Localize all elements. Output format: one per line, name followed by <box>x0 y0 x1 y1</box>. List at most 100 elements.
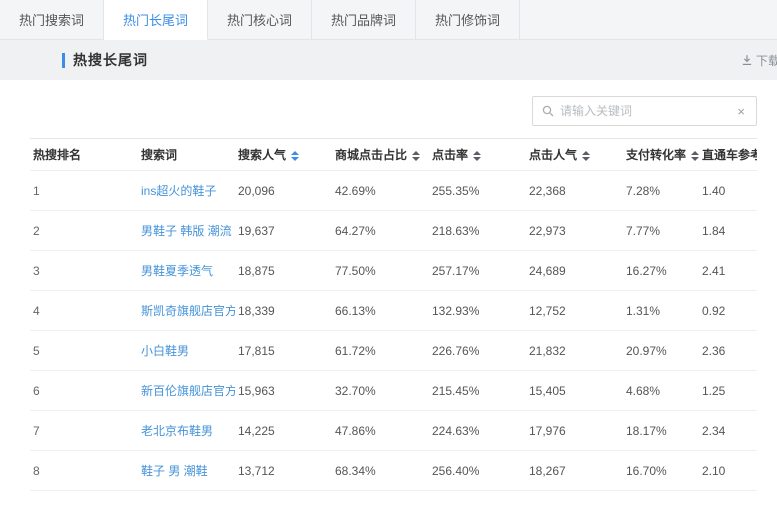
column-label: 搜索词 <box>141 148 177 162</box>
mall-click-ratio-cell: 61.72% <box>332 331 429 371</box>
sort-icon[interactable] <box>291 151 299 161</box>
click-popularity-cell: 17,976 <box>526 411 623 451</box>
tab[interactable]: 热门修饰词 <box>416 0 520 40</box>
ztc-ref-price-cell: 2.41 <box>699 251 757 291</box>
search-input[interactable] <box>560 104 735 118</box>
keyword-cell: ins超火的鞋子 <box>138 171 235 211</box>
click-popularity-cell: 15,405 <box>526 371 623 411</box>
sort-icon[interactable] <box>412 151 420 161</box>
keyword-link[interactable]: 男鞋夏季透气 <box>141 264 213 278</box>
keyword-cell: 新百伦旗舰店官方正品 <box>138 371 235 411</box>
tabbar-spacer <box>520 0 777 40</box>
click-rate-cell: 215.45% <box>429 371 526 411</box>
pay-conversion-cell: 20.97% <box>623 331 699 371</box>
sort-icon[interactable] <box>582 151 590 161</box>
table-row: 2 男鞋子 韩版 潮流 英... 19,637 64.27% 218.63% 2… <box>30 211 757 251</box>
search-popularity-cell: 15,963 <box>235 371 332 411</box>
rank-cell: 4 <box>30 291 138 331</box>
tab[interactable]: 热门品牌词 <box>312 0 416 40</box>
tab[interactable]: 热门长尾词 <box>104 0 208 40</box>
column-header[interactable]: 商城点击占比 <box>332 139 429 171</box>
search-popularity-cell: 20,096 <box>235 171 332 211</box>
click-rate-cell: 255.35% <box>429 171 526 211</box>
keyword-link[interactable]: 新百伦旗舰店官方正品 <box>141 384 235 398</box>
keyword-cell: 斯凯奇旗舰店官方旗舰 <box>138 291 235 331</box>
clear-search-icon[interactable]: × <box>735 103 747 120</box>
table-row: 7 老北京布鞋男 14,225 47.86% 224.63% 17,976 18… <box>30 411 757 451</box>
tab-bar: 热门搜索词 热门长尾词 热门核心词 热门品牌词 热门修饰词 <box>0 0 777 40</box>
pay-conversion-cell: 7.77% <box>623 211 699 251</box>
section-header: 热搜长尾词 下载 <box>0 40 777 80</box>
pay-conversion-cell: 4.68% <box>623 371 699 411</box>
keyword-link[interactable]: ins超火的鞋子 <box>141 184 216 198</box>
click-popularity-cell: 21,832 <box>526 331 623 371</box>
keyword-cell: 鞋子 男 潮鞋 <box>138 451 235 491</box>
title-accent-bar <box>62 53 65 68</box>
rank-cell: 2 <box>30 211 138 251</box>
click-rate-cell: 226.76% <box>429 331 526 371</box>
keyword-link[interactable]: 斯凯奇旗舰店官方旗舰 <box>141 304 235 318</box>
column-header[interactable]: 搜索词 <box>138 139 235 171</box>
table-row: 3 男鞋夏季透气 18,875 77.50% 257.17% 24,689 16… <box>30 251 757 291</box>
keyword-link[interactable]: 男鞋子 韩版 潮流 英... <box>141 224 235 238</box>
tab-label: 热门品牌词 <box>331 10 396 29</box>
tab[interactable]: 热门搜索词 <box>0 0 104 40</box>
rank-cell: 1 <box>30 171 138 211</box>
click-popularity-cell: 12,752 <box>526 291 623 331</box>
download-icon <box>741 54 753 66</box>
column-label: 直通车参考价 <box>702 148 757 162</box>
keyword-cell: 老北京布鞋男 <box>138 411 235 451</box>
tab-label: 热门修饰词 <box>435 10 500 29</box>
mall-click-ratio-cell: 68.34% <box>332 451 429 491</box>
keyword-link[interactable]: 老北京布鞋男 <box>141 424 213 438</box>
ztc-ref-price-cell: 1.84 <box>699 211 757 251</box>
column-header[interactable]: 点击人气 <box>526 139 623 171</box>
column-label: 热搜排名 <box>33 148 81 162</box>
mall-click-ratio-cell: 77.50% <box>332 251 429 291</box>
section-title: 热搜长尾词 <box>62 50 148 70</box>
keyword-link[interactable]: 小白鞋男 <box>141 344 189 358</box>
keyword-search-box: × <box>532 96 757 126</box>
keyword-cell: 男鞋子 韩版 潮流 英... <box>138 211 235 251</box>
ztc-ref-price-cell: 1.40 <box>699 171 757 211</box>
table-row: 4 斯凯奇旗舰店官方旗舰 18,339 66.13% 132.93% 12,75… <box>30 291 757 331</box>
pay-conversion-cell: 7.28% <box>623 171 699 211</box>
click-rate-cell: 132.93% <box>429 291 526 331</box>
table-body: 1 ins超火的鞋子 20,096 42.69% 255.35% 22,368 … <box>30 171 757 491</box>
table-row: 5 小白鞋男 17,815 61.72% 226.76% 21,832 20.9… <box>30 331 757 371</box>
ztc-ref-price-cell: 2.10 <box>699 451 757 491</box>
search-popularity-cell: 13,712 <box>235 451 332 491</box>
sort-icon[interactable] <box>473 151 481 161</box>
rank-cell: 6 <box>30 371 138 411</box>
column-label: 支付转化率 <box>626 148 686 162</box>
search-popularity-cell: 14,225 <box>235 411 332 451</box>
sort-icon[interactable] <box>691 151 699 161</box>
column-header[interactable]: 点击率 <box>429 139 526 171</box>
mall-click-ratio-cell: 66.13% <box>332 291 429 331</box>
tab[interactable]: 热门核心词 <box>208 0 312 40</box>
click-rate-cell: 224.63% <box>429 411 526 451</box>
ztc-ref-price-cell: 1.25 <box>699 371 757 411</box>
click-popularity-cell: 22,368 <box>526 171 623 211</box>
table-row: 8 鞋子 男 潮鞋 13,712 68.34% 256.40% 18,267 1… <box>30 451 757 491</box>
click-rate-cell: 256.40% <box>429 451 526 491</box>
ztc-ref-price-cell: 2.34 <box>699 411 757 451</box>
column-header[interactable]: 支付转化率 <box>623 139 699 171</box>
page-title: 热搜长尾词 <box>73 50 148 70</box>
click-popularity-cell: 22,973 <box>526 211 623 251</box>
download-button[interactable]: 下载 <box>741 40 777 80</box>
click-popularity-cell: 18,267 <box>526 451 623 491</box>
column-label: 商城点击占比 <box>335 148 407 162</box>
column-header[interactable]: 直通车参考价 <box>699 139 757 171</box>
rank-cell: 3 <box>30 251 138 291</box>
table-row: 6 新百伦旗舰店官方正品 15,963 32.70% 215.45% 15,40… <box>30 371 757 411</box>
rank-cell: 5 <box>30 331 138 371</box>
column-header[interactable]: 搜索人气 <box>235 139 332 171</box>
click-rate-cell: 218.63% <box>429 211 526 251</box>
keyword-link[interactable]: 鞋子 男 潮鞋 <box>141 464 208 478</box>
search-popularity-cell: 18,875 <box>235 251 332 291</box>
column-label: 点击率 <box>432 148 468 162</box>
mall-click-ratio-cell: 42.69% <box>332 171 429 211</box>
pay-conversion-cell: 16.27% <box>623 251 699 291</box>
column-header[interactable]: 热搜排名 <box>30 139 138 171</box>
